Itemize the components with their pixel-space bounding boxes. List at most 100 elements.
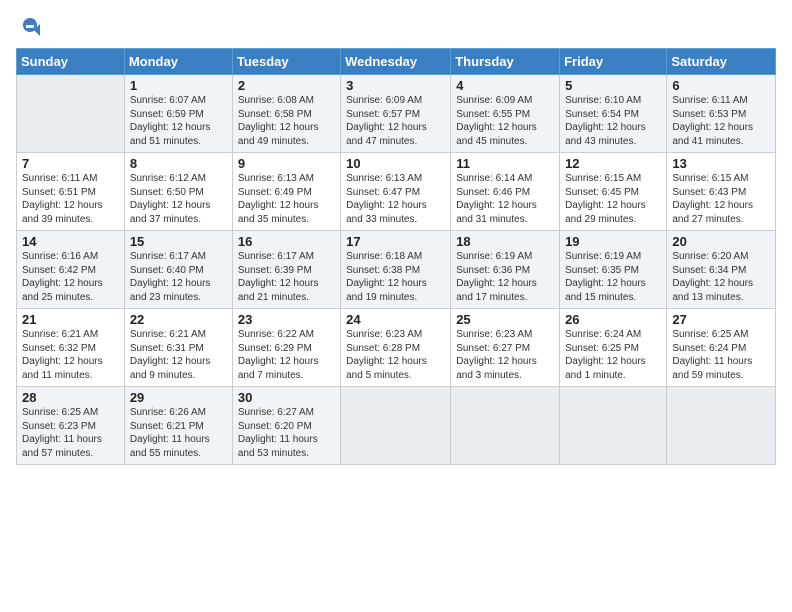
day-cell: 10Sunrise: 6:13 AM Sunset: 6:47 PM Dayli…	[341, 153, 451, 231]
day-info: Sunrise: 6:09 AM Sunset: 6:55 PM Dayligh…	[456, 94, 554, 148]
day-info: Sunrise: 6:16 AM Sunset: 6:42 PM Dayligh…	[22, 250, 119, 304]
day-cell: 16Sunrise: 6:17 AM Sunset: 6:39 PM Dayli…	[232, 231, 340, 309]
day-number: 5	[565, 78, 661, 93]
day-info: Sunrise: 6:26 AM Sunset: 6:21 PM Dayligh…	[130, 406, 227, 460]
day-info: Sunrise: 6:15 AM Sunset: 6:45 PM Dayligh…	[565, 172, 661, 226]
day-cell: 22Sunrise: 6:21 AM Sunset: 6:31 PM Dayli…	[124, 309, 232, 387]
day-cell: 7Sunrise: 6:11 AM Sunset: 6:51 PM Daylig…	[17, 153, 125, 231]
day-cell: 6Sunrise: 6:11 AM Sunset: 6:53 PM Daylig…	[667, 75, 776, 153]
day-number: 20	[672, 234, 770, 249]
day-cell: 25Sunrise: 6:23 AM Sunset: 6:27 PM Dayli…	[451, 309, 560, 387]
week-row: 7Sunrise: 6:11 AM Sunset: 6:51 PM Daylig…	[17, 153, 776, 231]
day-number: 17	[346, 234, 445, 249]
page: SundayMondayTuesdayWednesdayThursdayFrid…	[0, 0, 792, 612]
day-cell: 15Sunrise: 6:17 AM Sunset: 6:40 PM Dayli…	[124, 231, 232, 309]
day-number: 13	[672, 156, 770, 171]
weekday-header-thursday: Thursday	[451, 49, 560, 75]
header-row: SundayMondayTuesdayWednesdayThursdayFrid…	[17, 49, 776, 75]
day-cell: 1Sunrise: 6:07 AM Sunset: 6:59 PM Daylig…	[124, 75, 232, 153]
day-cell	[667, 387, 776, 465]
day-number: 26	[565, 312, 661, 327]
day-cell	[451, 387, 560, 465]
day-number: 7	[22, 156, 119, 171]
day-number: 3	[346, 78, 445, 93]
day-info: Sunrise: 6:09 AM Sunset: 6:57 PM Dayligh…	[346, 94, 445, 148]
day-number: 4	[456, 78, 554, 93]
day-cell: 30Sunrise: 6:27 AM Sunset: 6:20 PM Dayli…	[232, 387, 340, 465]
day-cell: 5Sunrise: 6:10 AM Sunset: 6:54 PM Daylig…	[560, 75, 667, 153]
weekday-header-sunday: Sunday	[17, 49, 125, 75]
day-cell: 14Sunrise: 6:16 AM Sunset: 6:42 PM Dayli…	[17, 231, 125, 309]
weekday-header-saturday: Saturday	[667, 49, 776, 75]
day-cell	[341, 387, 451, 465]
day-number: 21	[22, 312, 119, 327]
day-info: Sunrise: 6:12 AM Sunset: 6:50 PM Dayligh…	[130, 172, 227, 226]
day-cell: 2Sunrise: 6:08 AM Sunset: 6:58 PM Daylig…	[232, 75, 340, 153]
day-info: Sunrise: 6:11 AM Sunset: 6:53 PM Dayligh…	[672, 94, 770, 148]
day-cell: 17Sunrise: 6:18 AM Sunset: 6:38 PM Dayli…	[341, 231, 451, 309]
day-cell: 4Sunrise: 6:09 AM Sunset: 6:55 PM Daylig…	[451, 75, 560, 153]
week-row: 14Sunrise: 6:16 AM Sunset: 6:42 PM Dayli…	[17, 231, 776, 309]
day-info: Sunrise: 6:19 AM Sunset: 6:35 PM Dayligh…	[565, 250, 661, 304]
day-cell: 11Sunrise: 6:14 AM Sunset: 6:46 PM Dayli…	[451, 153, 560, 231]
day-number: 30	[238, 390, 335, 405]
weekday-header-monday: Monday	[124, 49, 232, 75]
day-cell: 9Sunrise: 6:13 AM Sunset: 6:49 PM Daylig…	[232, 153, 340, 231]
day-info: Sunrise: 6:13 AM Sunset: 6:47 PM Dayligh…	[346, 172, 445, 226]
day-cell: 3Sunrise: 6:09 AM Sunset: 6:57 PM Daylig…	[341, 75, 451, 153]
weekday-header-tuesday: Tuesday	[232, 49, 340, 75]
day-cell: 23Sunrise: 6:22 AM Sunset: 6:29 PM Dayli…	[232, 309, 340, 387]
week-row: 28Sunrise: 6:25 AM Sunset: 6:23 PM Dayli…	[17, 387, 776, 465]
day-number: 27	[672, 312, 770, 327]
day-number: 16	[238, 234, 335, 249]
day-info: Sunrise: 6:23 AM Sunset: 6:28 PM Dayligh…	[346, 328, 445, 382]
day-number: 23	[238, 312, 335, 327]
day-info: Sunrise: 6:11 AM Sunset: 6:51 PM Dayligh…	[22, 172, 119, 226]
day-number: 1	[130, 78, 227, 93]
day-number: 14	[22, 234, 119, 249]
day-cell: 19Sunrise: 6:19 AM Sunset: 6:35 PM Dayli…	[560, 231, 667, 309]
day-number: 11	[456, 156, 554, 171]
day-cell: 21Sunrise: 6:21 AM Sunset: 6:32 PM Dayli…	[17, 309, 125, 387]
header	[16, 10, 776, 42]
day-number: 15	[130, 234, 227, 249]
day-info: Sunrise: 6:17 AM Sunset: 6:40 PM Dayligh…	[130, 250, 227, 304]
day-number: 9	[238, 156, 335, 171]
day-info: Sunrise: 6:21 AM Sunset: 6:32 PM Dayligh…	[22, 328, 119, 382]
day-number: 10	[346, 156, 445, 171]
day-cell: 28Sunrise: 6:25 AM Sunset: 6:23 PM Dayli…	[17, 387, 125, 465]
day-info: Sunrise: 6:10 AM Sunset: 6:54 PM Dayligh…	[565, 94, 661, 148]
day-cell: 13Sunrise: 6:15 AM Sunset: 6:43 PM Dayli…	[667, 153, 776, 231]
day-info: Sunrise: 6:13 AM Sunset: 6:49 PM Dayligh…	[238, 172, 335, 226]
day-number: 2	[238, 78, 335, 93]
calendar: SundayMondayTuesdayWednesdayThursdayFrid…	[16, 48, 776, 465]
day-number: 28	[22, 390, 119, 405]
day-cell	[560, 387, 667, 465]
day-info: Sunrise: 6:25 AM Sunset: 6:23 PM Dayligh…	[22, 406, 119, 460]
day-info: Sunrise: 6:23 AM Sunset: 6:27 PM Dayligh…	[456, 328, 554, 382]
day-cell: 12Sunrise: 6:15 AM Sunset: 6:45 PM Dayli…	[560, 153, 667, 231]
day-cell: 20Sunrise: 6:20 AM Sunset: 6:34 PM Dayli…	[667, 231, 776, 309]
day-info: Sunrise: 6:25 AM Sunset: 6:24 PM Dayligh…	[672, 328, 770, 382]
day-number: 12	[565, 156, 661, 171]
day-number: 25	[456, 312, 554, 327]
week-row: 1Sunrise: 6:07 AM Sunset: 6:59 PM Daylig…	[17, 75, 776, 153]
day-info: Sunrise: 6:24 AM Sunset: 6:25 PM Dayligh…	[565, 328, 661, 382]
day-info: Sunrise: 6:18 AM Sunset: 6:38 PM Dayligh…	[346, 250, 445, 304]
day-info: Sunrise: 6:22 AM Sunset: 6:29 PM Dayligh…	[238, 328, 335, 382]
day-info: Sunrise: 6:07 AM Sunset: 6:59 PM Dayligh…	[130, 94, 227, 148]
week-row: 21Sunrise: 6:21 AM Sunset: 6:32 PM Dayli…	[17, 309, 776, 387]
day-cell: 8Sunrise: 6:12 AM Sunset: 6:50 PM Daylig…	[124, 153, 232, 231]
day-info: Sunrise: 6:27 AM Sunset: 6:20 PM Dayligh…	[238, 406, 335, 460]
weekday-header-wednesday: Wednesday	[341, 49, 451, 75]
day-info: Sunrise: 6:08 AM Sunset: 6:58 PM Dayligh…	[238, 94, 335, 148]
day-cell	[17, 75, 125, 153]
day-cell: 18Sunrise: 6:19 AM Sunset: 6:36 PM Dayli…	[451, 231, 560, 309]
day-number: 22	[130, 312, 227, 327]
day-number: 29	[130, 390, 227, 405]
day-number: 6	[672, 78, 770, 93]
day-info: Sunrise: 6:17 AM Sunset: 6:39 PM Dayligh…	[238, 250, 335, 304]
day-cell: 27Sunrise: 6:25 AM Sunset: 6:24 PM Dayli…	[667, 309, 776, 387]
day-number: 8	[130, 156, 227, 171]
day-number: 19	[565, 234, 661, 249]
